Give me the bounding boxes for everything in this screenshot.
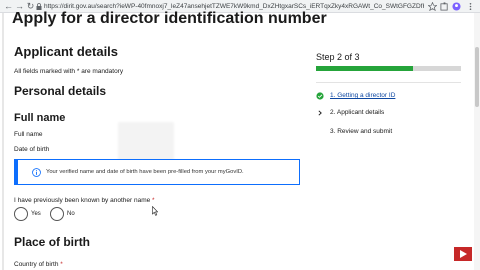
previous-name-question: I have previously been known by another …	[14, 197, 155, 204]
page-scrollbar[interactable]	[474, 13, 480, 270]
personal-details-heading: Personal details	[14, 84, 107, 98]
required-marker: *	[152, 197, 155, 204]
mandatory-note: All fields marked with * are mandatory	[14, 68, 124, 75]
date-of-birth-label: Date of birth	[14, 146, 50, 153]
mouse-cursor-icon	[152, 206, 158, 216]
check-circle-icon	[316, 92, 324, 100]
profile-icon[interactable]	[452, 2, 461, 11]
chevron-right-icon	[318, 110, 322, 116]
info-message: Your verified name and date of birth hav…	[46, 169, 244, 175]
step-divider	[316, 82, 461, 83]
step-label-applicant-details: 2. Applicant details	[330, 109, 385, 116]
redacted-personal-values	[118, 122, 174, 164]
required-marker: *	[60, 261, 63, 268]
star-icon[interactable]	[428, 2, 437, 11]
step-link-getting-director-id[interactable]: 1. Getting a director ID	[330, 92, 395, 99]
full-name-label: Full name	[14, 131, 43, 138]
applicant-details-heading: Applicant details	[14, 44, 119, 59]
radio-yes-label[interactable]: Yes	[31, 211, 41, 217]
country-of-birth-label: Country of birth *	[14, 261, 63, 268]
radio-no-label[interactable]: No	[67, 211, 75, 217]
scrollbar-thumb[interactable]	[475, 47, 479, 107]
radio-yes[interactable]	[14, 207, 28, 221]
radio-no[interactable]	[50, 207, 64, 221]
menu-icon[interactable]	[466, 2, 475, 11]
page-title: Apply for a director identification numb…	[12, 10, 327, 27]
previous-name-question-text: I have previously been known by another …	[14, 197, 151, 204]
step-indicator: Step 2 of 3	[316, 52, 360, 62]
progress-bar	[316, 66, 461, 71]
lock-icon	[36, 3, 42, 10]
place-of-birth-heading: Place of birth	[14, 235, 91, 249]
progress-fill	[316, 66, 414, 71]
info-icon	[32, 168, 41, 177]
page-left-border	[2, 13, 4, 270]
channel-logo-icon	[454, 247, 472, 261]
step-label-review-submit: 3. Review and submit	[330, 128, 393, 135]
country-of-birth-text: Country of birth	[14, 261, 59, 268]
extension-icon[interactable]	[440, 2, 449, 11]
prefill-info-callout: Your verified name and date of birth hav…	[14, 159, 300, 185]
full-name-heading: Full name	[14, 112, 66, 124]
